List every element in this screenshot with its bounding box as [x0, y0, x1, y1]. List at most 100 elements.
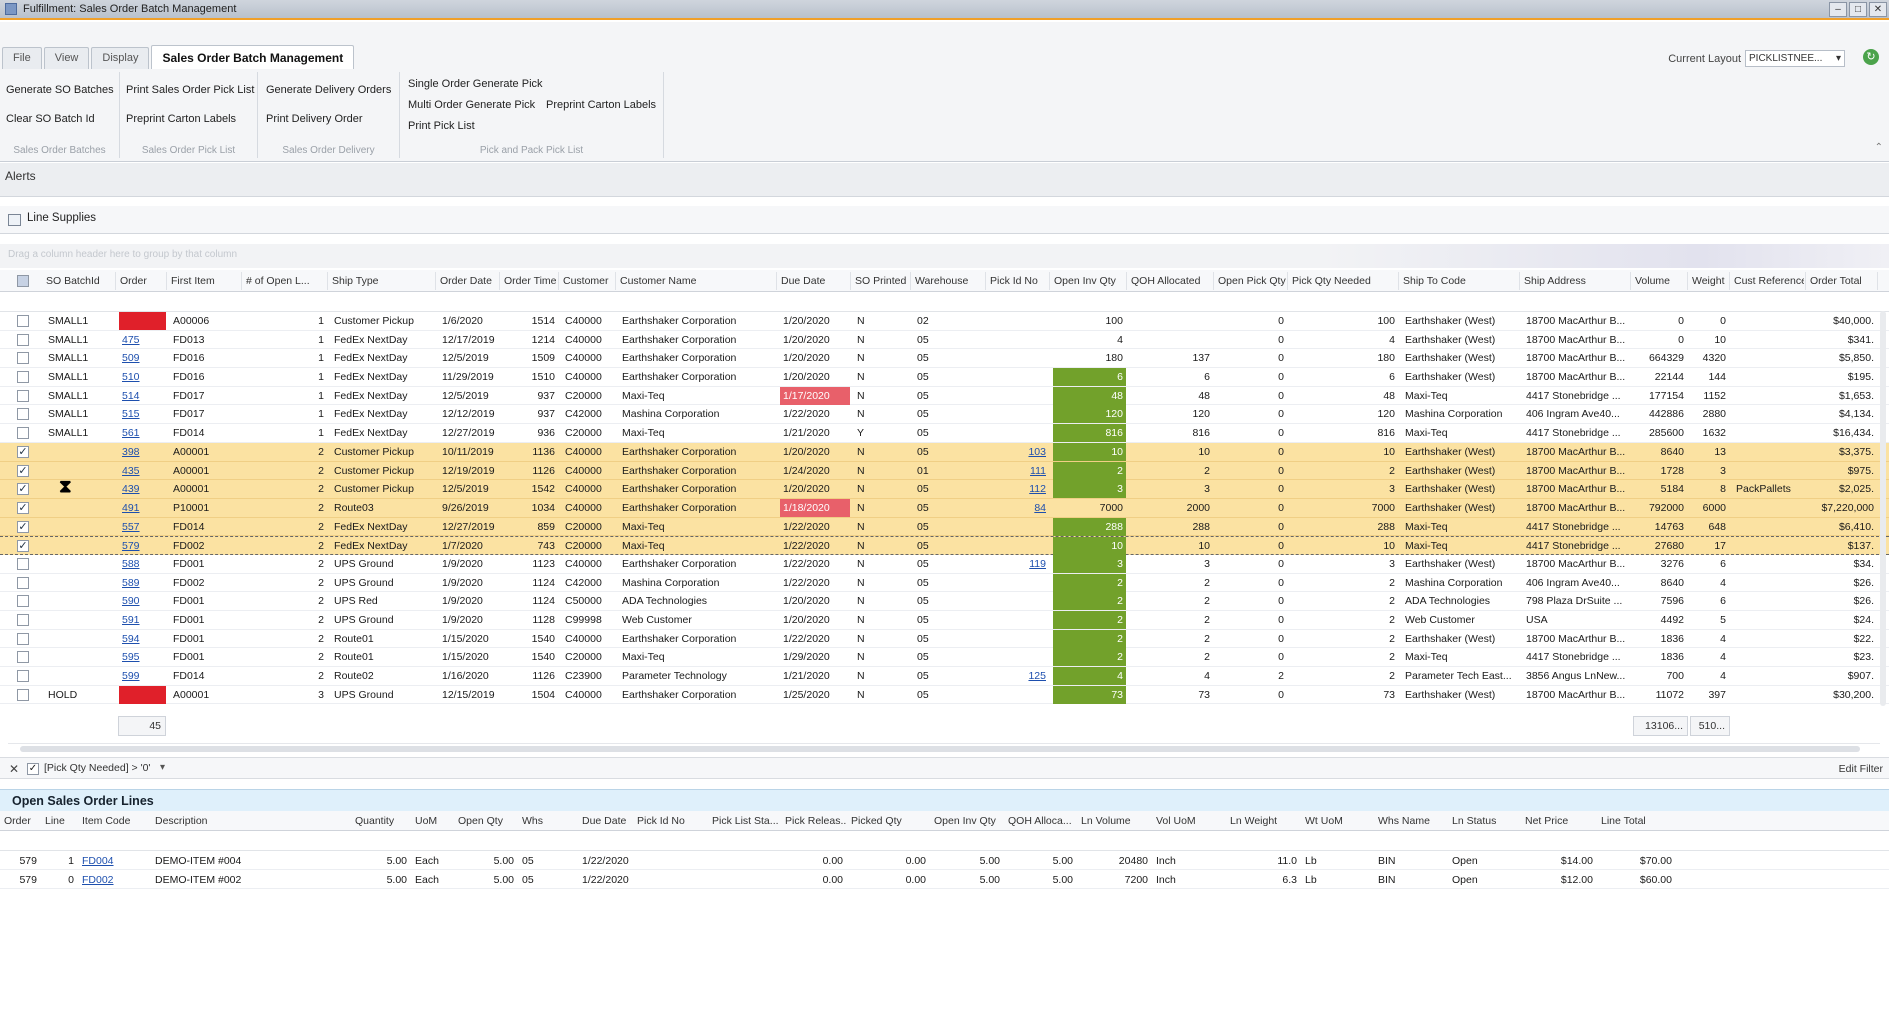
maximize-button[interactable]: □	[1849, 2, 1867, 17]
tab-file[interactable]: File	[2, 47, 42, 69]
column-header-order-time[interactable]: Order Time	[504, 275, 557, 287]
open-lines-header-qoh-allocated[interactable]: QOH Alloca...	[1008, 815, 1077, 827]
table-row[interactable]: HOLD A00001 3 UPS Ground 12/15/2019 1504 C4000…	[0, 685, 1889, 705]
open-lines-header-picked-qty[interactable]: Picked Qty	[851, 815, 930, 827]
cell-order[interactable]: 398	[119, 443, 166, 461]
select-all-checkbox[interactable]	[17, 275, 29, 287]
open-lines-header-description[interactable]: Description	[155, 815, 351, 827]
table-row[interactable]: ✓ 439 A00001 2 Customer Pickup 12/5/2019 1542 C…	[0, 480, 1889, 499]
table-row[interactable]: ✓ 398 A00001 2 Customer Pickup 10/11/2019 1136…	[0, 442, 1889, 462]
row-select-checkbox[interactable]: ✓	[17, 501, 29, 514]
open-lines-header-open-qty[interactable]: Open Qty	[458, 815, 518, 827]
cell-pick-id-no[interactable]: 111	[989, 462, 1049, 480]
table-row[interactable]: ✓ 557 FD014 2 FedEx NextDay 12/27/2019 859 C200…	[0, 517, 1889, 537]
table-row[interactable]: ✓ 435 A00001 2 Customer Pickup 12/19/2019 1126…	[0, 461, 1889, 481]
column-header-first-item[interactable]: First Item	[171, 275, 240, 287]
column-separator[interactable]	[327, 272, 328, 290]
row-select-checkbox[interactable]	[17, 670, 29, 683]
open-lines-header-ln-status[interactable]: Ln Status	[1452, 815, 1521, 827]
column-separator[interactable]	[558, 272, 559, 290]
column-header-cust-reference[interactable]: Cust Reference	[1734, 275, 1804, 287]
grid-filter-row[interactable]	[0, 292, 1889, 312]
column-separator[interactable]	[166, 272, 167, 290]
cell-order[interactable]: 579	[119, 537, 166, 555]
row-select-checkbox[interactable]: ✓	[17, 464, 29, 477]
open-lines-header-line[interactable]: Line	[45, 815, 78, 827]
alerts-panel[interactable]: Alerts	[0, 163, 1889, 197]
cell-pick-id-no[interactable]: 103	[989, 443, 1049, 461]
table-row[interactable]: SMALL1 509 FD016 1 FedEx NextDay 12/5/2019 150…	[0, 349, 1889, 369]
open-lines-header-due-date[interactable]: Due Date	[582, 815, 633, 827]
single-order-generate-pick-button[interactable]: Single Order Generate Pick	[408, 78, 543, 90]
clear-so-batch-id-button[interactable]: Clear SO Batch Id	[6, 113, 95, 125]
table-row[interactable]: SMALL1 510 FD016 1 FedEx NextDay 11/29/2019 15…	[0, 368, 1889, 387]
current-layout-select[interactable]: PICKLISTNEE...	[1745, 50, 1845, 67]
row-select-checkbox[interactable]	[17, 688, 29, 701]
cell-pick-id-no[interactable]: 125	[989, 667, 1049, 685]
open-line-row[interactable]: 579 1 FD004 DEMO-ITEM #004 5.00 Each 5.00 05 1/2…	[0, 852, 1889, 870]
open-lines-header-wt-uom[interactable]: Wt UoM	[1305, 815, 1374, 827]
open-lines-header-open-inv-qty[interactable]: Open Inv Qty	[934, 815, 1004, 827]
generate-delivery-orders-button[interactable]: Generate Delivery Orders	[266, 84, 391, 96]
column-separator[interactable]	[1049, 272, 1050, 290]
open-lines-header-line-total[interactable]: Line Total	[1601, 815, 1676, 827]
filter-expression[interactable]: [Pick Qty Needed] > '0'	[44, 762, 150, 774]
close-button[interactable]: ✕	[1869, 2, 1887, 17]
column-header-pick-qty-needed[interactable]: Pick Qty Needed	[1292, 275, 1397, 287]
row-select-checkbox[interactable]	[17, 427, 29, 440]
column-separator[interactable]	[1287, 272, 1288, 290]
cell-order[interactable]: 557	[119, 518, 166, 536]
open-lines-header-net-price[interactable]: Net Price	[1525, 815, 1597, 827]
cell-order[interactable]: 491	[119, 499, 166, 517]
cell-pick-id-no[interactable]: 112	[989, 480, 1049, 498]
column-separator[interactable]	[1519, 272, 1520, 290]
column-separator[interactable]	[435, 272, 436, 290]
column-header-ship-to-code[interactable]: Ship To Code	[1403, 275, 1518, 287]
column-separator[interactable]	[615, 272, 616, 290]
open-lines-header-vol-uom[interactable]: Vol UoM	[1156, 815, 1226, 827]
table-row[interactable]: ✓ 579 FD002 2 FedEx NextDay 1/7/2020 743 C20000…	[0, 536, 1889, 556]
column-header-customer[interactable]: Customer	[563, 275, 614, 287]
preprint-carton-labels-2-button[interactable]: Preprint Carton Labels	[546, 99, 656, 111]
minimize-button[interactable]: –	[1829, 2, 1847, 17]
cell-order[interactable]: 591	[119, 611, 166, 629]
filter-enabled-checkbox[interactable]: ✓	[27, 763, 39, 775]
open-lines-header-whs[interactable]: Whs	[522, 815, 578, 827]
column-header-open-lines[interactable]: # of Open L...	[246, 275, 326, 287]
open-lines-header-item-code[interactable]: Item Code	[82, 815, 151, 827]
cell-order[interactable]: 589	[119, 574, 166, 592]
column-separator[interactable]	[1877, 272, 1878, 290]
row-select-checkbox[interactable]	[17, 632, 29, 645]
column-header-ship-address[interactable]: Ship Address	[1524, 275, 1629, 287]
column-header-volume[interactable]: Volume	[1635, 275, 1686, 287]
open-lines-header-uom[interactable]: UoM	[415, 815, 454, 827]
table-row[interactable]: 594 FD001 2 Route01 1/15/2020 1540 C40000 Earth…	[0, 629, 1889, 649]
column-header-due-date[interactable]: Due Date	[781, 275, 849, 287]
column-separator[interactable]	[1805, 272, 1806, 290]
horizontal-scrollbar[interactable]	[8, 743, 1880, 753]
table-row[interactable]: 589 FD002 2 UPS Ground 1/9/2020 1124 C42000 Mas…	[0, 573, 1889, 593]
table-row[interactable]: SMALL1 475 FD013 1 FedEx NextDay 12/17/2019 12…	[0, 330, 1889, 350]
open-lines-header-ln-weight[interactable]: Ln Weight	[1230, 815, 1301, 827]
open-lines-header-ln-volume[interactable]: Ln Volume	[1081, 815, 1152, 827]
cell-order[interactable]: 514	[119, 387, 166, 405]
column-separator[interactable]	[850, 272, 851, 290]
vertical-scrollbar[interactable]	[1880, 311, 1886, 706]
row-select-checkbox[interactable]	[17, 371, 29, 384]
row-select-checkbox[interactable]	[17, 389, 29, 402]
table-row[interactable]: SMALL1 514 FD017 1 FedEx NextDay 12/5/2019 937…	[0, 386, 1889, 406]
cell-pick-id-no[interactable]: 119	[989, 555, 1049, 573]
table-row[interactable]: 599 FD014 2 Route02 1/16/2020 1126 C23900 Param…	[0, 667, 1889, 686]
table-row[interactable]: SMALL1 515 FD017 1 FedEx NextDay 12/12/2019 93…	[0, 405, 1889, 425]
column-separator[interactable]	[1729, 272, 1730, 290]
table-row[interactable]: SMALL1 A00006 1 Customer Pickup 1/6/2020 1514…	[0, 312, 1889, 331]
column-header-qoh-allocated[interactable]: QOH Allocated	[1131, 275, 1212, 287]
multi-order-generate-pick-button[interactable]: Multi Order Generate Pick	[408, 99, 535, 111]
row-select-checkbox[interactable]	[17, 352, 29, 365]
column-separator[interactable]	[1687, 272, 1688, 290]
column-separator[interactable]	[1630, 272, 1631, 290]
table-row[interactable]: SMALL1 561 FD014 1 FedEx NextDay 12/27/2019 93…	[0, 424, 1889, 443]
column-separator[interactable]	[776, 272, 777, 290]
cell-order[interactable]: 439	[119, 480, 166, 498]
generate-so-batches-button[interactable]: Generate SO Batches	[6, 84, 114, 96]
